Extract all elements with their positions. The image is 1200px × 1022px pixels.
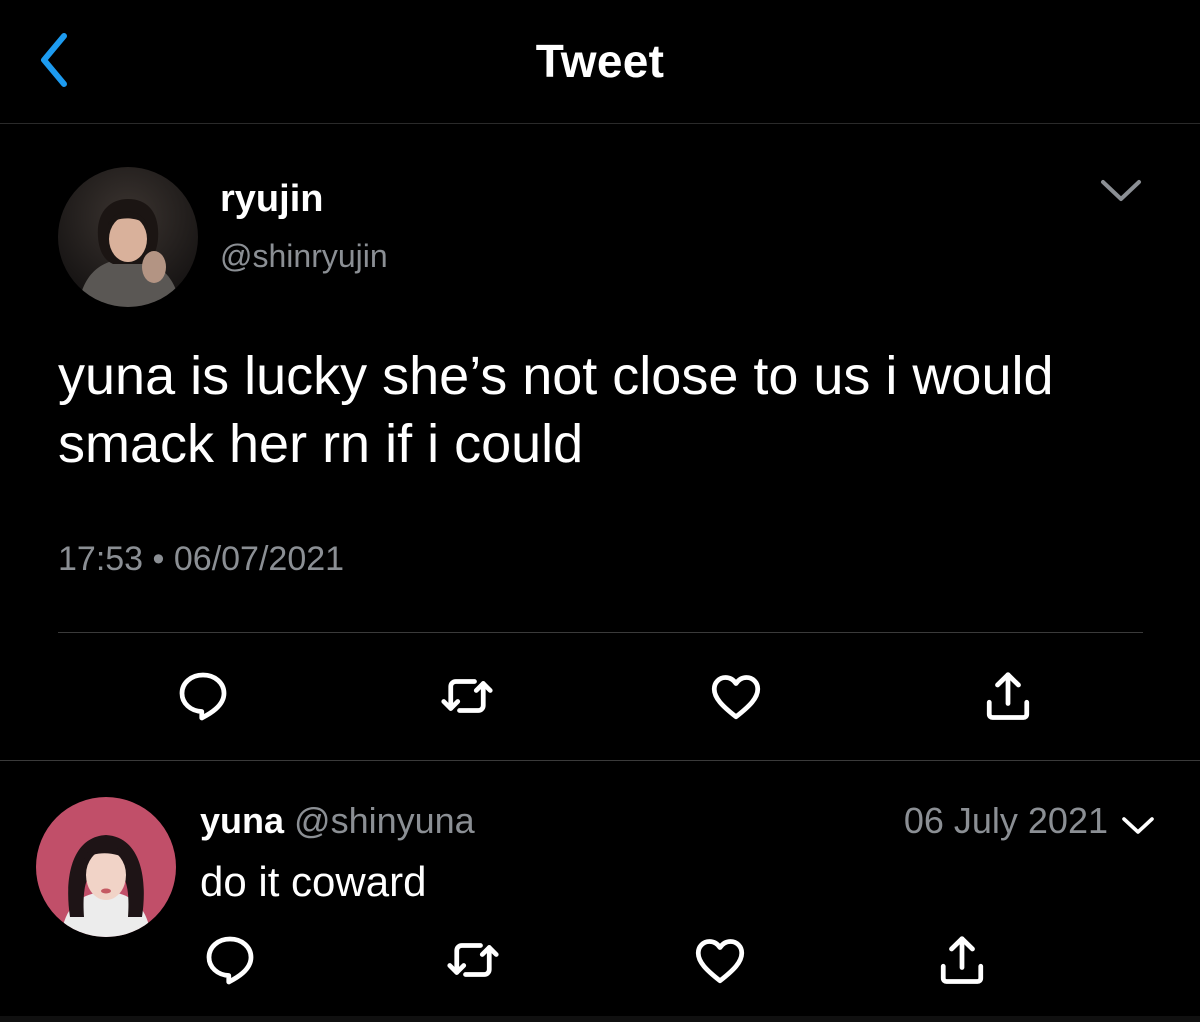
reply-text: do it coward — [200, 858, 427, 905]
retweet-button[interactable] — [437, 666, 497, 726]
chevron-down-icon — [1122, 817, 1154, 834]
retweet-icon — [437, 666, 497, 726]
share-icon — [932, 930, 992, 990]
reply-retweet-button[interactable] — [443, 930, 503, 990]
reply-author-avatar[interactable] — [36, 797, 176, 937]
like-icon — [706, 666, 766, 726]
tweet-timestamp[interactable]: 17:53 • 06/07/2021 — [58, 540, 344, 579]
reply-like-button[interactable] — [690, 930, 750, 990]
retweet-icon — [443, 930, 503, 990]
reply-icon — [200, 930, 260, 990]
chevron-down-icon — [1101, 180, 1141, 201]
reply-author-name[interactable]: yuna — [200, 800, 284, 841]
like-icon — [690, 930, 750, 990]
like-button[interactable] — [706, 666, 766, 726]
avatar-image — [58, 167, 198, 307]
reply-share-button[interactable] — [932, 930, 992, 990]
tweet-text: yuna is lucky she’s not close to us i wo… — [58, 346, 1054, 474]
avatar-image — [36, 797, 176, 937]
author-avatar[interactable] — [58, 167, 198, 307]
share-icon — [978, 666, 1038, 726]
top-bar: Tweet — [0, 0, 1200, 124]
share-button[interactable] — [978, 666, 1038, 726]
author-handle[interactable]: @shinryujin — [220, 238, 388, 275]
reply-author-line: yuna @shinyuna — [200, 800, 475, 842]
author-name[interactable]: ryujin — [220, 178, 323, 221]
reply-reply-button[interactable] — [200, 930, 260, 990]
bottom-divider — [0, 1016, 1200, 1022]
page-title: Tweet — [535, 35, 665, 87]
divider — [0, 760, 1200, 761]
tweet-menu-button[interactable] — [1098, 175, 1144, 205]
divider — [58, 632, 1143, 633]
reply-button[interactable] — [173, 666, 233, 726]
reply-author-handle[interactable]: @shinyuna — [294, 800, 475, 841]
reply-icon — [173, 666, 233, 726]
reply-menu-button[interactable] — [1120, 814, 1156, 836]
reply-date[interactable]: 06 July 2021 — [904, 800, 1108, 842]
